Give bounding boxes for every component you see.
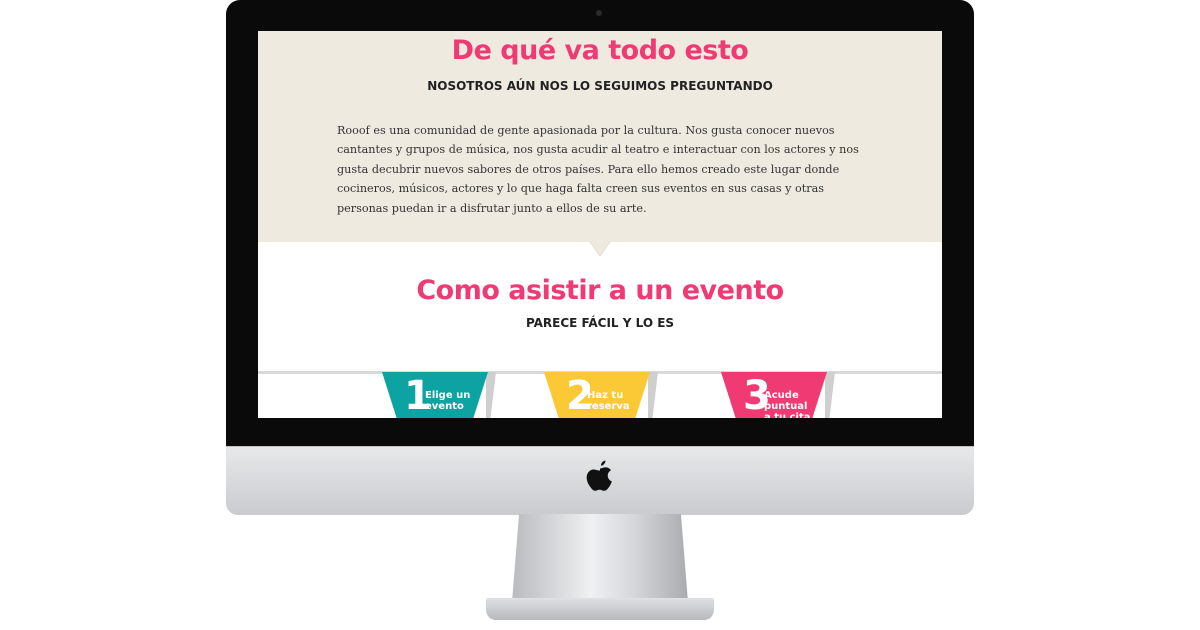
how-title: Como asistir a un evento [416,275,784,306]
section-notch-icon [590,242,610,256]
banner-shadow [648,372,658,418]
step-banner-2[interactable]: 2 Haz tu reserva [544,372,650,418]
camera-icon [596,10,602,16]
step-label: Acude puntual a tu cita [764,390,811,418]
monitor-stand [512,514,688,602]
about-section: De qué va todo esto NOSOTROS AÚN NOS LO … [258,31,942,242]
monitor-foot [486,598,714,620]
apple-icon [586,460,612,491]
about-text: Rooof es una comunidad de gente apasiona… [337,124,859,215]
how-subtitle: PARECE FÁCIL Y LO ES [525,316,675,330]
about-title: De qué va todo esto [451,35,749,66]
step-banner-3[interactable]: 3 Acude puntual a tu cita [721,372,827,418]
screen: De qué va todo esto NOSOTROS AÚN NOS LO … [258,31,942,418]
about-subtitle: NOSOTROS AÚN NOS LO SEGUIMOS PREGUNTANDO [427,79,773,93]
step-banner-1[interactable]: 1 Elige un evento [382,372,488,418]
step-label: Haz tu reserva [587,390,630,412]
banner-shadow [486,372,496,418]
step-label: Elige un evento [425,390,471,412]
banner-shadow [825,372,835,418]
